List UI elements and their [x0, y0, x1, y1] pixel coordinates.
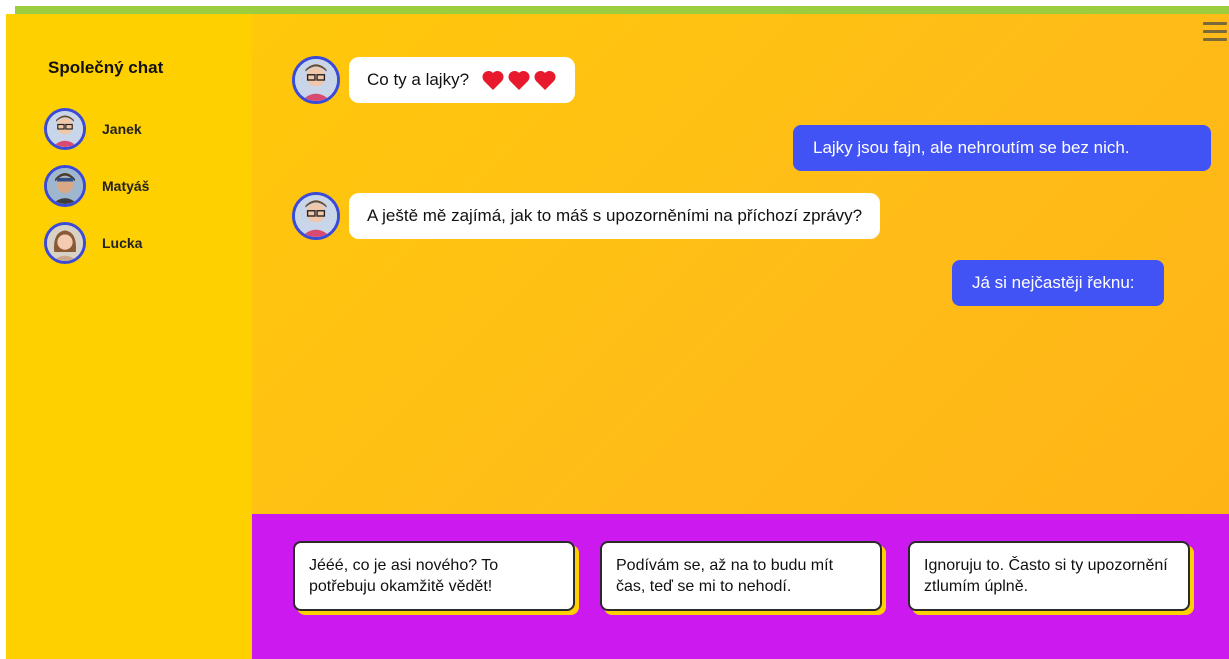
- app-frame: Společný chat Janek Matyáš Lucka Co ty a…: [6, 14, 1229, 659]
- message-bubble: Co ty a lajky?: [349, 57, 576, 103]
- sidebar-contact-lucka[interactable]: Lucka: [44, 220, 244, 266]
- contact-name: Matyáš: [102, 178, 150, 194]
- sidebar-contact-matyas[interactable]: Matyáš: [44, 163, 244, 209]
- sidebar: Společný chat Janek Matyáš Lucka: [6, 14, 252, 659]
- message-outgoing: Já si nejčastěji řeknu:: [952, 260, 1164, 306]
- hamburger-menu-icon[interactable]: [1203, 22, 1227, 44]
- avatar-lucka: [44, 222, 86, 264]
- avatar-matyas: [44, 165, 86, 207]
- avatar-janek: [292, 192, 340, 240]
- message-bubble: A ještě mě zajímá, jak to máš s upozorně…: [349, 193, 881, 239]
- message-incoming: A ještě mě zajímá, jak to máš s upozorně…: [292, 192, 881, 240]
- sidebar-title: Společný chat: [48, 58, 164, 77]
- hearts: [481, 69, 557, 91]
- sidebar-contact-janek[interactable]: Janek: [44, 106, 244, 152]
- message-outgoing: Lajky jsou fajn, ale nehroutím se bez ni…: [793, 125, 1211, 171]
- answer-options-panel: Jééé, co je asi nového? To potřebuju oka…: [252, 514, 1229, 659]
- message-text: Co ty a lajky?: [367, 70, 470, 89]
- answer-option-2[interactable]: Podívám se, až na to budu mít čas, teď s…: [600, 541, 882, 611]
- heart-icon: [508, 70, 530, 90]
- answer-option-1[interactable]: Jééé, co je asi nového? To potřebuju oka…: [293, 541, 575, 611]
- avatar-janek: [292, 56, 340, 104]
- answer-option-3[interactable]: Ignoruju to. Často si ty upozornění ztlu…: [908, 541, 1190, 611]
- top-accent-bar: [15, 6, 1229, 14]
- message-text: A ještě mě zajímá, jak to máš s upozorně…: [367, 206, 863, 225]
- heart-icon: [534, 70, 556, 90]
- contact-name: Lucka: [102, 235, 143, 251]
- message-incoming: Co ty a lajky?: [292, 56, 576, 104]
- heart-icon: [482, 70, 504, 90]
- chat-area: Co ty a lajky? Lajky jsou fajn, ale nehr…: [252, 14, 1229, 514]
- avatar-janek: [44, 108, 86, 150]
- contact-name: Janek: [102, 121, 142, 137]
